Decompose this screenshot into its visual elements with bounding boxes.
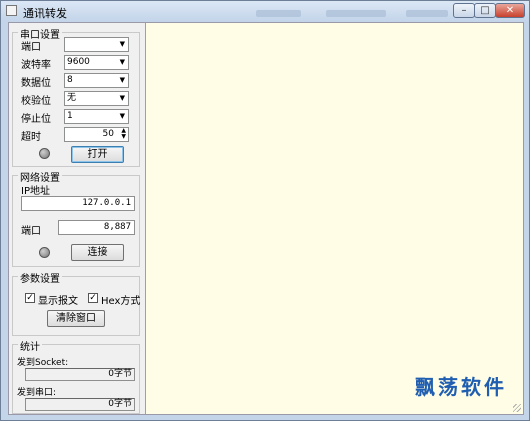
serial-port-select[interactable]: ▼ [64, 37, 129, 52]
timeout-label: 超时 [21, 132, 41, 143]
serial-settings-group: 串口设置 端口 ▼ 波特率 9600 ▼ 数据位 8 ▼ 校验位 无 ▼ 停止位 1 ▼… [12, 26, 140, 167]
parity-select[interactable]: 无 ▼ [64, 91, 129, 106]
message-output-area[interactable]: 飘荡软件 [145, 23, 523, 414]
timeout-value: 50 [102, 129, 114, 139]
app-icon [6, 5, 17, 16]
maximize-button[interactable]: □ [474, 3, 496, 18]
ip-label: IP地址 [21, 186, 50, 197]
param-settings-group: 参数设置 ✓ 显示报文 ✓ Hex方式 清除窗口 [12, 270, 141, 336]
show-message-checkbox[interactable]: ✓ [25, 293, 35, 303]
close-button[interactable]: ✕ [495, 3, 525, 18]
chevron-down-icon: ▼ [119, 40, 125, 48]
chevron-down-icon: ▼ [119, 58, 125, 66]
stats-group-title: 统计 [18, 338, 42, 353]
title-bar[interactable]: 通讯转发 – □ ✕ [1, 1, 529, 21]
stopbits-label: 停止位 [21, 114, 51, 125]
stopbits-select[interactable]: 1 ▼ [64, 109, 129, 124]
parity-value: 无 [67, 93, 77, 103]
timeout-spinner[interactable]: 50 ▲ ▼ [64, 127, 129, 142]
minimize-button[interactable]: – [453, 3, 475, 18]
net-port-label: 端口 [21, 226, 41, 237]
left-panel: 串口设置 端口 ▼ 波特率 9600 ▼ 数据位 8 ▼ 校验位 无 ▼ 停止位 1 ▼… [9, 23, 143, 414]
connect-button[interactable]: 连接 [71, 244, 124, 261]
param-group-title: 参数设置 [18, 270, 62, 285]
baud-select[interactable]: 9600 ▼ [64, 55, 129, 70]
databits-select[interactable]: 8 ▼ [64, 73, 129, 88]
serial-status-led [39, 148, 50, 159]
ip-input[interactable]: 127.0.0.1 [21, 196, 135, 211]
resize-grip-icon[interactable] [513, 404, 521, 412]
baud-value: 9600 [67, 57, 90, 67]
baud-label: 波特率 [21, 60, 51, 71]
network-settings-group: 网络设置 IP地址 127.0.0.1 端口 8,887 连接 [12, 169, 140, 267]
title-blur-3 [406, 10, 448, 17]
clear-window-button[interactable]: 清除窗口 [47, 310, 105, 327]
chevron-down-icon: ▼ [119, 94, 125, 102]
show-message-label: 显示报文 [38, 296, 78, 307]
spin-arrows-icon[interactable]: ▲ ▼ [121, 128, 126, 140]
network-status-led [39, 247, 50, 258]
parity-label: 校验位 [21, 96, 51, 107]
watermark-logo: 飘荡软件 [415, 375, 507, 399]
app-window: 通讯转发 – □ ✕ 串口设置 端口 ▼ 波特率 9600 ▼ 数据位 8 ▼ 校验… [0, 0, 530, 421]
stats-group: 统计 发到Socket: 0字节 发到串口: 0字节 [12, 338, 140, 414]
window-title: 通讯转发 [23, 7, 67, 20]
to-serial-label: 发到串口: [17, 388, 57, 398]
chevron-down-icon: ▼ [119, 76, 125, 84]
databits-value: 8 [67, 75, 73, 85]
chevron-down-icon: ▼ [119, 112, 125, 120]
hex-label: Hex方式 [101, 296, 141, 307]
open-button[interactable]: 打开 [71, 146, 124, 163]
hex-checkbox[interactable]: ✓ [88, 293, 98, 303]
net-port-input[interactable]: 8,887 [58, 220, 135, 235]
title-blur-2 [326, 10, 386, 17]
stopbits-value: 1 [67, 111, 73, 121]
to-serial-value: 0字节 [25, 398, 135, 411]
to-socket-label: 发到Socket: [17, 358, 69, 368]
title-blur-1 [256, 10, 301, 17]
serial-port-label: 端口 [21, 42, 41, 53]
client-area: 串口设置 端口 ▼ 波特率 9600 ▼ 数据位 8 ▼ 校验位 无 ▼ 停止位 1 ▼… [8, 22, 524, 415]
to-socket-value: 0字节 [25, 368, 135, 381]
databits-label: 数据位 [21, 78, 51, 89]
